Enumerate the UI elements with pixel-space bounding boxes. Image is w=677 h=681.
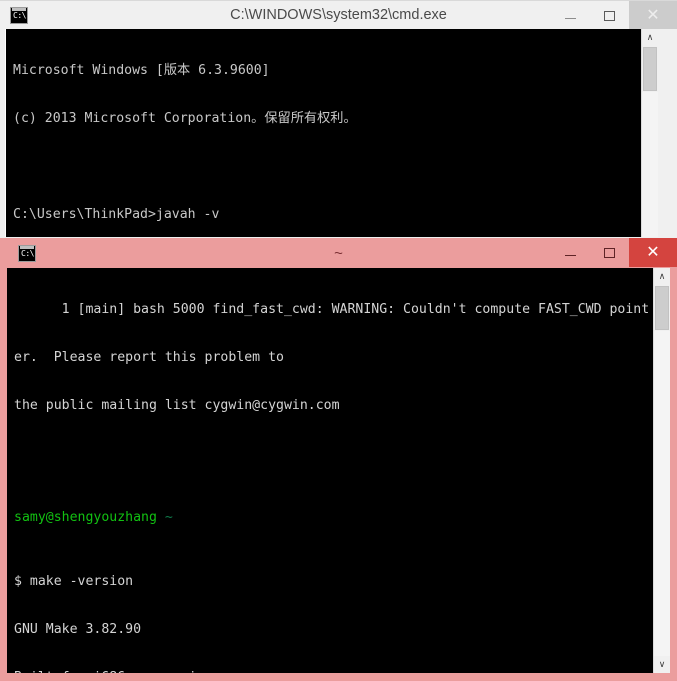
icon-prompt-glyph: C:\ xyxy=(13,11,26,20)
minimize-button[interactable] xyxy=(551,1,590,29)
scrollbar-track[interactable] xyxy=(654,331,670,656)
close-button[interactable]: ✕ xyxy=(629,1,677,29)
console-line: Built for i686-pc-cygwin xyxy=(14,670,652,673)
scrollbar-thumb[interactable] xyxy=(643,47,657,91)
scroll-up-icon[interactable]: ∧ xyxy=(642,29,658,46)
console-line: the public mailing list cygwin@cygwin.co… xyxy=(14,398,340,413)
maximize-button[interactable] xyxy=(590,1,629,29)
console-line: 1 [main] bash 5000 find_fast_cwd: WARNIN… xyxy=(14,302,650,317)
desktop-screen: C:\ C:\WINDOWS\system32\cmd.exe ✕ Micros… xyxy=(0,0,677,681)
cmd-console-text: Microsoft Windows [版本 6.3.9600] (c) 2013… xyxy=(13,31,640,237)
minimize-button[interactable] xyxy=(551,238,590,267)
scroll-up-icon[interactable]: ∧ xyxy=(654,268,670,285)
console-line: C:\Users\ThinkPad>javah -v xyxy=(13,207,220,222)
console-line: er. Please report this problem to xyxy=(14,350,284,365)
icon-prompt-glyph: C:\ xyxy=(21,249,34,258)
cmd-console-icon: C:\ xyxy=(10,7,28,24)
prompt-path: ~ xyxy=(164,510,173,525)
cmd-window-controls: ✕ xyxy=(551,1,677,29)
minimize-icon xyxy=(565,255,576,256)
scrollbar-track[interactable] xyxy=(642,92,658,237)
shell-prompt-line: samy@shengyouzhang ~ xyxy=(14,510,652,526)
close-button[interactable]: ✕ xyxy=(629,238,677,267)
maximize-button[interactable] xyxy=(590,238,629,267)
cmd-titlebar[interactable]: C:\ C:\WINDOWS\system32\cmd.exe ✕ xyxy=(0,0,677,29)
cygwin-window-controls: ✕ xyxy=(551,238,677,267)
console-line: GNU Make 3.82.90 xyxy=(14,622,142,637)
maximize-icon xyxy=(604,247,615,258)
scrollbar-thumb[interactable] xyxy=(655,286,669,330)
console-line: Microsoft Windows [版本 6.3.9600] xyxy=(13,63,270,78)
minimize-icon xyxy=(565,18,576,19)
cmd-vertical-scrollbar[interactable]: ∧ xyxy=(641,29,658,237)
cygwin-console-text: 1 [main] bash 5000 find_fast_cwd: WARNIN… xyxy=(14,270,652,673)
cygwin-console-area[interactable]: 1 [main] bash 5000 find_fast_cwd: WARNIN… xyxy=(7,268,670,673)
cmd-console-area[interactable]: Microsoft Windows [版本 6.3.9600] (c) 2013… xyxy=(5,29,658,237)
cygwin-console-icon: C:\ xyxy=(18,245,36,262)
scroll-down-icon[interactable]: ∨ xyxy=(654,656,670,673)
cygwin-titlebar[interactable]: C:\ ~ ✕ xyxy=(0,238,677,268)
console-line: (c) 2013 Microsoft Corporation。保留所有权利。 xyxy=(13,111,357,126)
cygwin-vertical-scrollbar[interactable]: ∧ ∨ xyxy=(653,268,670,673)
prompt-user-host: samy@shengyouzhang xyxy=(14,510,157,525)
window-cmd-exe[interactable]: C:\ C:\WINDOWS\system32\cmd.exe ✕ Micros… xyxy=(0,0,677,238)
console-line: $ make -version xyxy=(14,574,134,589)
close-icon: ✕ xyxy=(646,243,660,261)
maximize-icon xyxy=(604,10,615,21)
window-cygwin-bash[interactable]: C:\ ~ ✕ 1 [main] bash 5000 find_fast_cwd… xyxy=(0,238,677,681)
close-icon: ✕ xyxy=(646,6,660,24)
